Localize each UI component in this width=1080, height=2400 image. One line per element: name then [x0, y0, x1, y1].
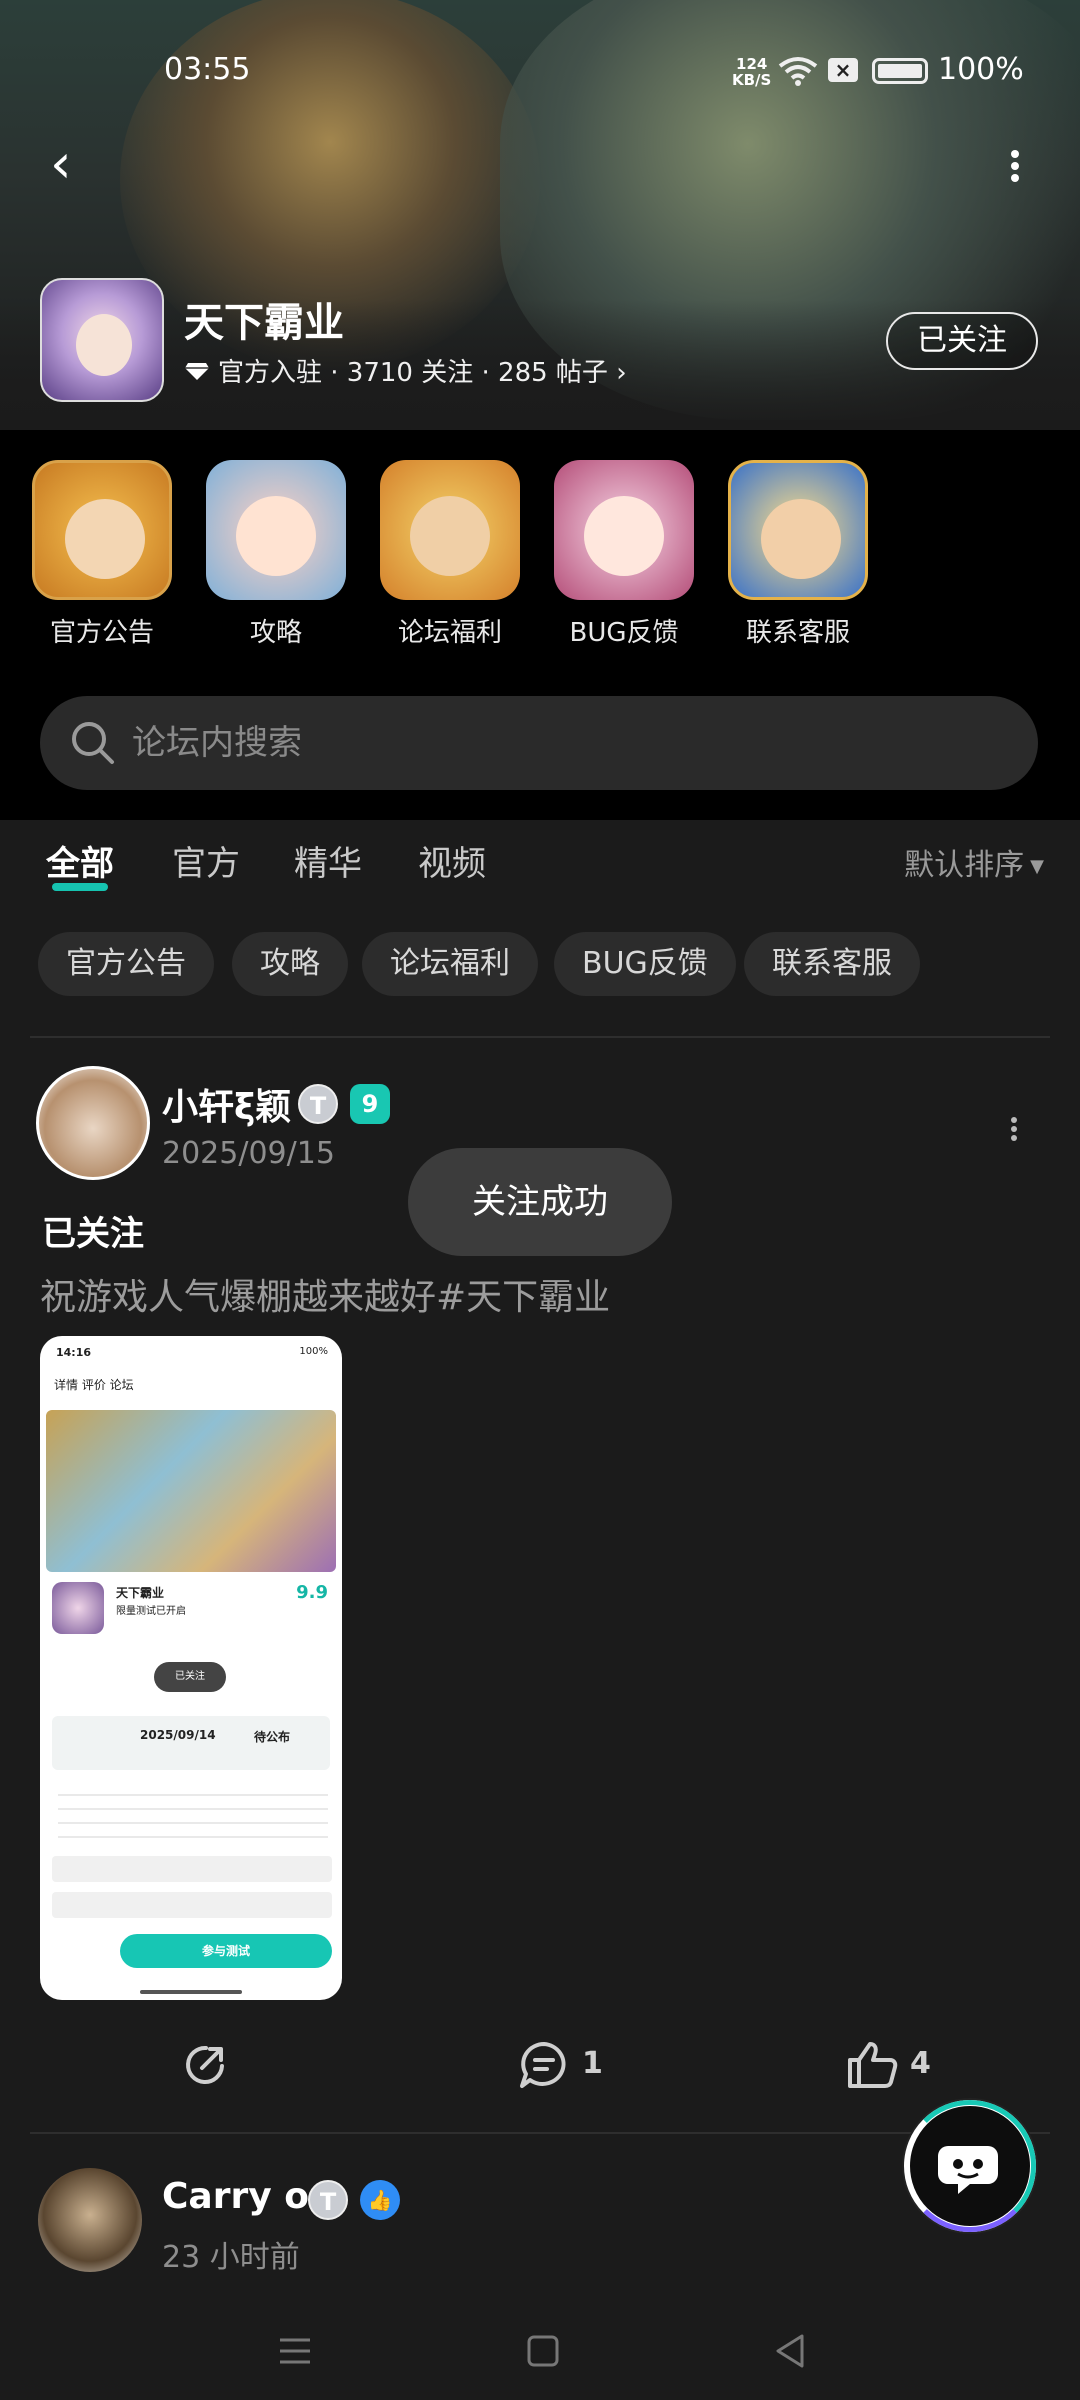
- chevron-right-icon: ›: [616, 358, 627, 388]
- guan-yu-avatar-icon: [32, 460, 172, 600]
- sim-off-icon: ×: [828, 58, 858, 82]
- follow-button[interactable]: 已关注: [886, 312, 1038, 370]
- wifi-icon: [778, 57, 818, 86]
- sort-dropdown[interactable]: 默认排序 ▼: [904, 840, 1044, 884]
- back-button[interactable]: ‹: [50, 137, 90, 191]
- comment-icon: [520, 2042, 566, 2088]
- comment-button[interactable]: 1: [518, 2036, 638, 2096]
- level-badge: 9: [350, 1084, 390, 1124]
- chip-bug-report[interactable]: BUG反馈: [554, 932, 736, 996]
- divider: [30, 2132, 1050, 2134]
- shortcut-official-notice[interactable]: 官方公告: [32, 460, 172, 649]
- chat-assistant-button[interactable]: [904, 2100, 1036, 2232]
- chip-customer-service[interactable]: 联系客服: [744, 932, 920, 996]
- search-input[interactable]: [132, 710, 992, 776]
- battery-icon: [872, 58, 928, 84]
- cao-cao-avatar-icon: [728, 460, 868, 600]
- thumbs-up-icon: [848, 2042, 898, 2088]
- toast-message: 关注成功: [408, 1148, 672, 1256]
- shortcut-strategy[interactable]: 攻略: [206, 460, 346, 649]
- forum-search-bar[interactable]: [40, 696, 1038, 790]
- shortcut-customer-service[interactable]: 联系客服: [728, 460, 868, 649]
- comment-count: 1: [582, 2046, 603, 2081]
- shortcut-forum-welfare[interactable]: 论坛福利: [380, 460, 520, 649]
- thumbs-up-badge-icon: 👍: [360, 2180, 400, 2220]
- chip-strategy[interactable]: 攻略: [232, 932, 348, 996]
- post-author-name[interactable]: 小轩ξ颖: [162, 1078, 291, 1130]
- status-time: 03:55: [164, 52, 251, 87]
- avatar[interactable]: [38, 2168, 142, 2272]
- share-button[interactable]: [180, 2036, 240, 2096]
- heroine-avatar-icon: [206, 460, 346, 600]
- tab-official[interactable]: 官方: [172, 836, 240, 885]
- more-menu-button[interactable]: [1000, 146, 1030, 196]
- post-date: 2025/09/15: [162, 1136, 335, 1171]
- tab-featured[interactable]: 精华: [294, 836, 362, 885]
- search-icon: [72, 722, 114, 764]
- lady-avatar-icon: [554, 460, 694, 600]
- like-button[interactable]: 4: [846, 2036, 966, 2096]
- post-follow-status: 已关注: [42, 1214, 144, 1254]
- tab-all[interactable]: 全部: [46, 836, 114, 891]
- battery-percent: 100%: [938, 52, 1024, 87]
- post-filter-tabs: 全部 官方 精华 视频 默认排序 ▼: [0, 836, 1080, 906]
- forum-title: 天下霸业: [184, 300, 344, 346]
- chat-bubble-icon: [938, 2146, 998, 2194]
- post-image[interactable]: 14:16 100% 详情 评价 论坛 天下霸业 限量测试已开启 9.9 已关注…: [40, 1336, 342, 2000]
- caret-down-icon: ▼: [1030, 856, 1044, 877]
- app-screen: 03:55 124 KB/S × 100% ‹ 天下霸业 官方入驻 · 3710…: [0, 0, 1080, 2400]
- post-date: 23 小时前: [162, 2240, 300, 2275]
- status-bar: 03:55 124 KB/S × 100%: [0, 52, 1080, 96]
- tab-video[interactable]: 视频: [418, 836, 486, 885]
- menu-icon[interactable]: [270, 2326, 320, 2376]
- warrior-avatar-icon: [380, 460, 520, 600]
- chip-official-notice[interactable]: 官方公告: [38, 932, 214, 996]
- home-icon[interactable]: [518, 2326, 568, 2376]
- post-text[interactable]: 祝游戏人气爆棚越来越好#天下霸业: [40, 1268, 610, 1320]
- shortcut-bug-report[interactable]: BUG反馈: [554, 460, 694, 649]
- post-more-button[interactable]: [1006, 1114, 1022, 1144]
- back-triangle-icon[interactable]: [766, 2326, 816, 2376]
- avatar[interactable]: [36, 1066, 150, 1180]
- diamond-icon: [185, 363, 209, 380]
- like-count: 4: [910, 2046, 931, 2081]
- share-icon: [186, 2045, 224, 2084]
- chip-forum-welfare[interactable]: 论坛福利: [362, 932, 538, 996]
- verified-t-badge-icon: T: [298, 1084, 338, 1124]
- verified-t-badge-icon: T: [308, 2180, 348, 2220]
- post-actions: 1 4: [0, 2036, 1080, 2096]
- forum-meta-link[interactable]: 官方入驻 · 3710 关注 · 285 帖子 ›: [184, 352, 627, 389]
- shortcut-row: 官方公告 攻略 论坛福利 BUG反馈 联系客服: [0, 460, 1080, 660]
- network-speed: 124 KB/S: [732, 55, 772, 89]
- system-navigation-bar: [0, 2300, 1080, 2400]
- divider: [30, 1036, 1050, 1038]
- forum-game-icon: [40, 278, 164, 402]
